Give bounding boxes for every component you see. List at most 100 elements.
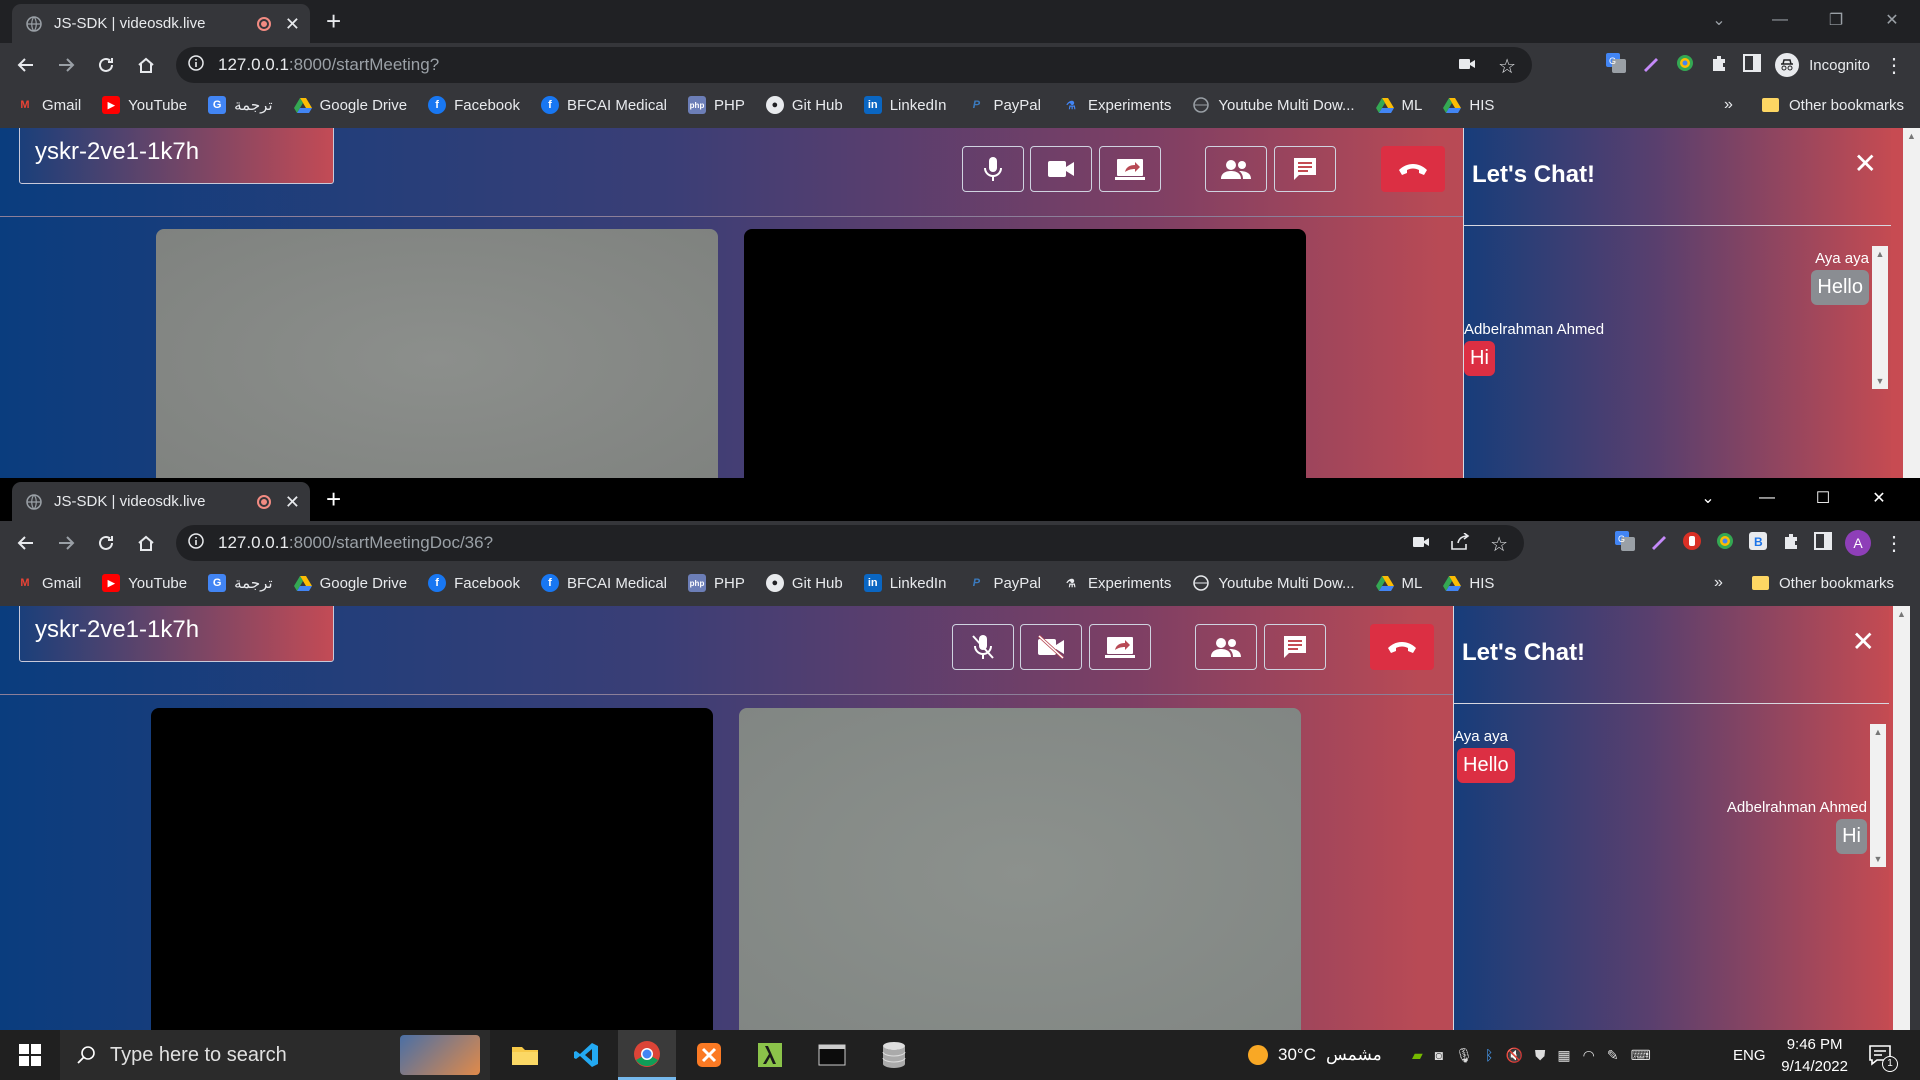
reload-icon[interactable]: [86, 525, 126, 561]
minimize-icon[interactable]: —: [1760, 11, 1800, 29]
microphone-tray-icon[interactable]: 🎙: [1455, 1047, 1473, 1064]
camera-in-use-icon[interactable]: [1412, 535, 1430, 554]
new-tab-button[interactable]: +: [326, 486, 341, 512]
bluetooth-icon[interactable]: ᛒ: [1485, 1047, 1493, 1063]
tab-search-icon[interactable]: ⌄: [1697, 488, 1719, 508]
bookmark-star-icon[interactable]: ☆: [1490, 532, 1508, 557]
bookmark-experiments[interactable]: ⚗ Experiments: [1062, 574, 1171, 592]
chat-scrollbar[interactable]: ▲ ▼: [1872, 246, 1888, 389]
profile-avatar[interactable]: A: [1845, 530, 1871, 556]
bookmark-bfcai-medical[interactable]: f BFCAI Medical: [540, 574, 667, 592]
minimize-icon[interactable]: —: [1747, 489, 1787, 507]
bookmark-ml[interactable]: ML: [1375, 96, 1422, 114]
hand-extension-icon[interactable]: [1682, 531, 1702, 556]
side-panel-icon[interactable]: [1743, 53, 1762, 77]
bookmark-translate[interactable]: G ترجمة: [208, 574, 273, 592]
address-bar[interactable]: 127.0.0.1:8000/startMeetingDoc/36? ☆: [176, 525, 1524, 561]
scroll-up-icon[interactable]: ▲: [1903, 128, 1920, 144]
bookmark-paypal[interactable]: P PayPal: [967, 574, 1041, 592]
colorful-extension-icon[interactable]: [1675, 53, 1695, 78]
nvidia-icon[interactable]: ▰: [1412, 1047, 1423, 1064]
vscode-app[interactable]: [557, 1030, 615, 1080]
camera-button[interactable]: [1030, 146, 1092, 192]
wifi-icon[interactable]: ◠: [1583, 1047, 1595, 1064]
keyboard-icon[interactable]: ⌨: [1631, 1047, 1651, 1064]
camera-in-use-icon[interactable]: [1458, 57, 1476, 76]
bookmark-youtube-multi[interactable]: Youtube Multi Dow...: [1192, 96, 1355, 114]
home-icon[interactable]: [126, 47, 166, 83]
bookmark-paypal[interactable]: P PayPal: [967, 96, 1041, 114]
colorful-extension-icon[interactable]: [1715, 531, 1735, 556]
lambda-app[interactable]: [741, 1030, 799, 1080]
info-icon[interactable]: [188, 532, 204, 554]
security-icon[interactable]: ⛊: [1535, 1047, 1546, 1064]
bookmark-google-drive[interactable]: Google Drive: [293, 96, 407, 114]
xampp-app[interactable]: [680, 1030, 738, 1080]
forward-icon[interactable]: [46, 47, 86, 83]
incognito-profile-button[interactable]: Incognito: [1775, 53, 1870, 77]
share-icon[interactable]: [1450, 532, 1470, 556]
bookmark-his[interactable]: HIS: [1443, 96, 1494, 114]
camera-tray-icon[interactable]: ◙: [1435, 1047, 1443, 1063]
bookmark-youtube-multi[interactable]: Youtube Multi Dow...: [1192, 574, 1355, 592]
file-explorer-app[interactable]: [496, 1030, 554, 1080]
close-tab-icon[interactable]: ✕: [285, 493, 300, 511]
mic-off-button[interactable]: [952, 624, 1014, 670]
forward-icon[interactable]: [46, 525, 86, 561]
tab-search-icon[interactable]: ⌄: [1708, 10, 1730, 30]
bookmark-bfcai-medical[interactable]: f BFCAI Medical: [540, 96, 667, 114]
pen-tray-icon[interactable]: ✎: [1607, 1047, 1619, 1064]
screen-share-button[interactable]: [1099, 146, 1161, 192]
bookmark-ml[interactable]: ML: [1375, 574, 1422, 592]
bookmark-linkedin[interactable]: in LinkedIn: [863, 96, 946, 114]
menu-kebab-icon[interactable]: ⋮: [1884, 53, 1904, 78]
bookmark-php[interactable]: php PHP: [688, 96, 745, 114]
mic-button[interactable]: [962, 146, 1024, 192]
back-icon[interactable]: [6, 525, 46, 561]
close-window-icon[interactable]: ✕: [1872, 10, 1912, 30]
translate-extension-icon[interactable]: G: [1605, 52, 1627, 79]
bookmark-experiments[interactable]: ⚗ Experiments: [1062, 96, 1171, 114]
taskbar-search-box[interactable]: Type here to search: [60, 1030, 490, 1080]
pen-extension-icon[interactable]: [1649, 531, 1669, 556]
maximize-icon[interactable]: ☐: [1803, 488, 1843, 508]
page-scrollbar[interactable]: ▲: [1893, 606, 1910, 1030]
leave-meeting-button[interactable]: [1381, 146, 1445, 192]
leave-meeting-button[interactable]: [1370, 624, 1434, 670]
restore-icon[interactable]: ❐: [1816, 10, 1856, 30]
side-panel-icon[interactable]: [1814, 531, 1832, 555]
language-indicator[interactable]: ENG: [1733, 1030, 1766, 1080]
network-icon[interactable]: ▦: [1557, 1047, 1570, 1064]
scroll-up-icon[interactable]: ▲: [1893, 606, 1910, 622]
database-app[interactable]: [865, 1030, 923, 1080]
chrome-app[interactable]: [618, 1030, 676, 1080]
close-chat-icon[interactable]: ✕: [1854, 150, 1877, 178]
notification-center-button[interactable]: 1: [1868, 1030, 1898, 1080]
b-extension-icon[interactable]: B: [1748, 531, 1768, 556]
home-icon[interactable]: [126, 525, 166, 561]
participants-button[interactable]: [1195, 624, 1257, 670]
bookmark-facebook[interactable]: f Facebook: [428, 574, 520, 592]
bookmark-google-drive[interactable]: Google Drive: [293, 574, 407, 592]
chat-button[interactable]: [1274, 146, 1336, 192]
address-bar[interactable]: 127.0.0.1:8000/startMeeting? ☆: [176, 47, 1532, 83]
weather-widget[interactable]: 30°C مشمس: [1248, 1030, 1382, 1080]
scroll-up-icon[interactable]: ▲: [1870, 724, 1886, 740]
extensions-puzzle-icon[interactable]: [1709, 53, 1729, 78]
bookmark-youtube[interactable]: ▶ YouTube: [102, 96, 187, 114]
bookmark-gmail[interactable]: M Gmail: [16, 574, 81, 592]
windows-start-button[interactable]: [10, 1030, 50, 1080]
scroll-up-icon[interactable]: ▲: [1872, 246, 1888, 262]
bookmark-php[interactable]: php PHP: [688, 574, 745, 592]
participants-button[interactable]: [1205, 146, 1267, 192]
close-chat-icon[interactable]: ✕: [1852, 628, 1875, 656]
back-icon[interactable]: [6, 47, 46, 83]
bookmark-gmail[interactable]: M Gmail: [16, 96, 81, 114]
terminal-app[interactable]: [803, 1030, 861, 1080]
chat-button[interactable]: [1264, 624, 1326, 670]
bookmark-github[interactable]: ● Git Hub: [765, 96, 843, 114]
scroll-down-icon[interactable]: ▼: [1870, 851, 1886, 867]
pen-extension-icon[interactable]: [1641, 53, 1661, 78]
page-scrollbar[interactable]: ▲: [1903, 128, 1920, 478]
bookmark-translate[interactable]: G ترجمة: [208, 96, 273, 114]
